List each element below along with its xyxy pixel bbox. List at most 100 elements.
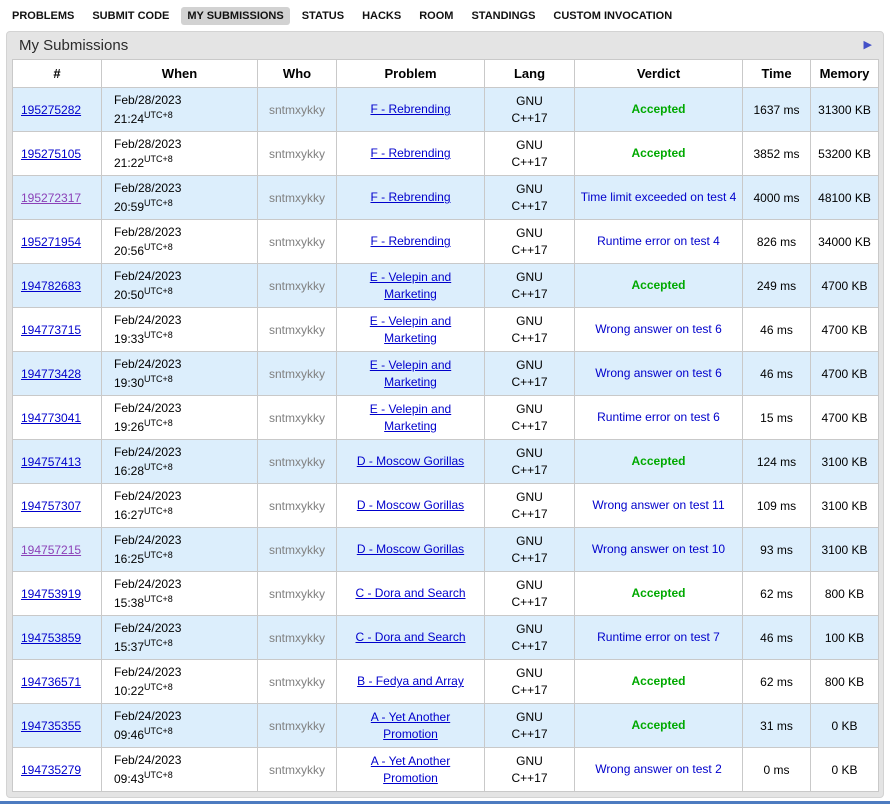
memory-used: 4700 KB: [821, 411, 867, 425]
submission-id-link[interactable]: 194736571: [21, 675, 81, 689]
submission-id-link[interactable]: 194753859: [21, 631, 81, 645]
who-cell: sntmxykky: [258, 220, 337, 264]
verdict-text[interactable]: Accepted: [631, 717, 685, 733]
problem-link[interactable]: D - Moscow Gorillas: [357, 541, 464, 557]
submission-id-link[interactable]: 194735355: [21, 719, 81, 733]
verdict-text[interactable]: Accepted: [631, 277, 685, 293]
user-link[interactable]: sntmxykky: [269, 543, 325, 557]
problem-link[interactable]: F - Rebrending: [370, 233, 450, 249]
verdict-text[interactable]: Accepted: [631, 673, 685, 689]
when-text: Feb/24/2023 15:37UTC+8: [114, 620, 181, 656]
submission-id-link[interactable]: 195271954: [21, 235, 81, 249]
submission-id-link[interactable]: 194773715: [21, 323, 81, 337]
exec-time: 4000 ms: [753, 191, 799, 205]
submission-id-link[interactable]: 195275105: [21, 147, 81, 161]
user-link[interactable]: sntmxykky: [269, 235, 325, 249]
nav-item[interactable]: MY SUBMISSIONS: [181, 7, 289, 25]
verdict-text[interactable]: Time limit exceeded on test 4: [581, 189, 737, 205]
nav-item[interactable]: PROBLEMS: [6, 7, 80, 25]
when-text: Feb/28/2023 20:56UTC+8: [114, 224, 181, 260]
submission-id-link[interactable]: 194773041: [21, 411, 81, 425]
submission-id-link[interactable]: 194735279: [21, 763, 81, 777]
submission-id-link[interactable]: 194753919: [21, 587, 81, 601]
problem-link[interactable]: F - Rebrending: [370, 145, 450, 161]
problem-link[interactable]: C - Dora and Search: [355, 585, 465, 601]
user-link[interactable]: sntmxykky: [269, 147, 325, 161]
problem-link[interactable]: F - Rebrending: [370, 189, 450, 205]
problem-link[interactable]: A - Yet Another Promotion: [345, 709, 477, 741]
problem-link[interactable]: D - Moscow Gorillas: [357, 497, 464, 513]
user-link[interactable]: sntmxykky: [269, 279, 325, 293]
submission-id-link[interactable]: 195275282: [21, 103, 81, 117]
when-text: Feb/24/2023 16:25UTC+8: [114, 532, 181, 568]
submission-id-link[interactable]: 194757307: [21, 499, 81, 513]
verdict-text[interactable]: Accepted: [631, 453, 685, 469]
submission-id-link[interactable]: 194782683: [21, 279, 81, 293]
problem-link[interactable]: D - Moscow Gorillas: [357, 453, 464, 469]
time-value: 09:46: [114, 728, 144, 742]
nav-item[interactable]: ROOM: [413, 7, 459, 25]
user-link[interactable]: sntmxykky: [269, 103, 325, 117]
user-link[interactable]: sntmxykky: [269, 587, 325, 601]
nav-item[interactable]: STANDINGS: [465, 7, 541, 25]
problem-link[interactable]: B - Fedya and Array: [357, 673, 464, 689]
nav-item[interactable]: SUBMIT CODE: [86, 7, 175, 25]
verdict-text[interactable]: Runtime error on test 4: [597, 233, 720, 249]
time-value: 19:26: [114, 420, 144, 434]
exec-time: 31 ms: [760, 719, 793, 733]
user-link[interactable]: sntmxykky: [269, 719, 325, 733]
table-row: 195275282 Feb/28/2023 21:24UTC+8 sntmxyk…: [13, 88, 879, 132]
user-link[interactable]: sntmxykky: [269, 323, 325, 337]
problem-cell: A - Yet Another Promotion: [337, 748, 485, 792]
submission-id-link[interactable]: 195272317: [21, 191, 81, 205]
lang-cell: GNU C++17: [485, 616, 575, 660]
verdict-text[interactable]: Wrong answer on test 2: [595, 761, 722, 777]
problem-link[interactable]: E - Velepin and Marketing: [345, 357, 477, 389]
user-link[interactable]: sntmxykky: [269, 631, 325, 645]
table-row: 194757215 Feb/24/2023 16:25UTC+8 sntmxyk…: [13, 528, 879, 572]
verdict-cell: Accepted: [575, 572, 743, 616]
verdict-cell: Accepted: [575, 88, 743, 132]
time-value: 15:38: [114, 596, 144, 610]
verdict-text[interactable]: Wrong answer on test 10: [592, 541, 725, 557]
verdict-text[interactable]: Accepted: [631, 145, 685, 161]
table-row: 194753919 Feb/24/2023 15:38UTC+8 sntmxyk…: [13, 572, 879, 616]
submission-id-link[interactable]: 194773428: [21, 367, 81, 381]
problem-link[interactable]: E - Velepin and Marketing: [345, 401, 477, 433]
verdict-text[interactable]: Wrong answer on test 6: [595, 321, 722, 337]
memory-cell: 34000 KB: [811, 220, 879, 264]
problem-link[interactable]: C - Dora and Search: [355, 629, 465, 645]
memory-cell: 48100 KB: [811, 176, 879, 220]
user-link[interactable]: sntmxykky: [269, 411, 325, 425]
submission-id-cell: 194773715: [13, 308, 102, 352]
verdict-text[interactable]: Wrong answer on test 6: [595, 365, 722, 381]
problem-link[interactable]: F - Rebrending: [370, 101, 450, 117]
verdict-text[interactable]: Runtime error on test 7: [597, 629, 720, 645]
submission-id-link[interactable]: 194757215: [21, 543, 81, 557]
arrow-right-icon[interactable]: ▶: [864, 40, 872, 51]
user-link[interactable]: sntmxykky: [269, 191, 325, 205]
problem-link[interactable]: A - Yet Another Promotion: [345, 753, 477, 785]
submission-time: 10:22UTC+8: [114, 681, 181, 700]
verdict-text[interactable]: Wrong answer on test 11: [592, 497, 724, 513]
verdict-text[interactable]: Runtime error on test 6: [597, 409, 720, 425]
nav-item[interactable]: STATUS: [296, 7, 350, 25]
when-text: Feb/24/2023 19:33UTC+8: [114, 312, 181, 348]
time-value: 21:24: [114, 112, 144, 126]
nav-item[interactable]: CUSTOM INVOCATION: [547, 7, 678, 25]
verdict-text[interactable]: Accepted: [631, 585, 685, 601]
nav-item[interactable]: HACKS: [356, 7, 407, 25]
when-cell: Feb/28/2023 20:56UTC+8: [102, 220, 258, 264]
user-link[interactable]: sntmxykky: [269, 675, 325, 689]
time-cell: 124 ms: [743, 440, 811, 484]
exec-time: 46 ms: [760, 367, 793, 381]
user-link[interactable]: sntmxykky: [269, 763, 325, 777]
user-link[interactable]: sntmxykky: [269, 367, 325, 381]
table-row: 194757413 Feb/24/2023 16:28UTC+8 sntmxyk…: [13, 440, 879, 484]
user-link[interactable]: sntmxykky: [269, 499, 325, 513]
problem-link[interactable]: E - Velepin and Marketing: [345, 269, 477, 301]
problem-link[interactable]: E - Velepin and Marketing: [345, 313, 477, 345]
submission-id-link[interactable]: 194757413: [21, 455, 81, 469]
verdict-text[interactable]: Accepted: [631, 101, 685, 117]
user-link[interactable]: sntmxykky: [269, 455, 325, 469]
